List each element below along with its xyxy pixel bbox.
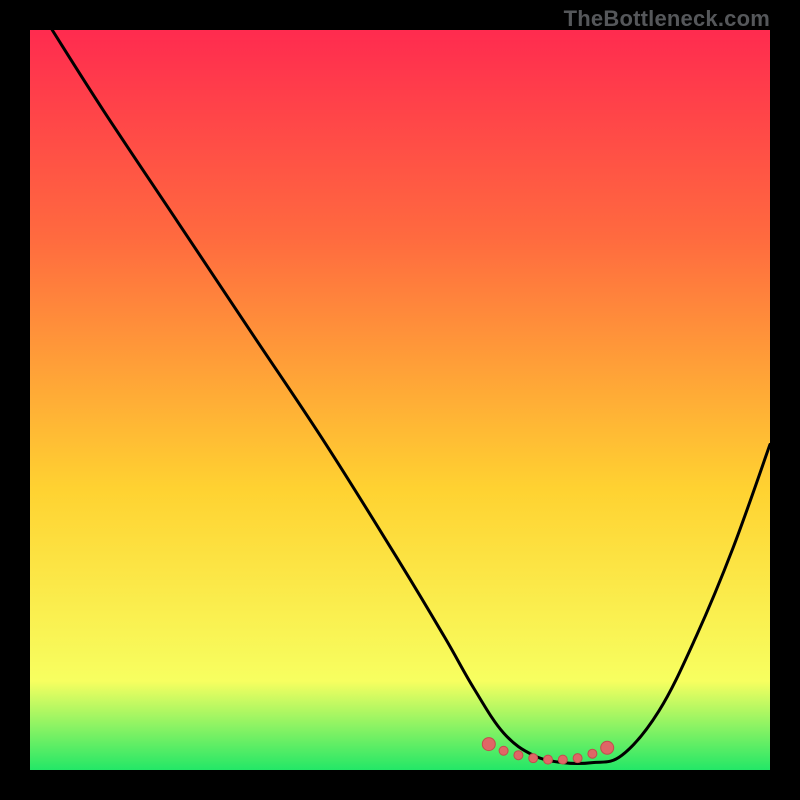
optimal-marker	[529, 754, 538, 763]
optimal-marker	[482, 738, 495, 751]
optimal-marker	[588, 749, 597, 758]
optimal-marker	[514, 751, 523, 760]
optimal-marker	[499, 746, 508, 755]
chart-svg	[30, 30, 770, 770]
optimal-marker	[601, 741, 614, 754]
optimal-marker	[544, 755, 553, 764]
optimal-marker	[573, 754, 582, 763]
bottleneck-curve	[52, 30, 770, 764]
chart-frame	[30, 30, 770, 770]
optimal-marker	[558, 755, 567, 764]
optimal-markers	[482, 738, 613, 765]
watermark-text: TheBottleneck.com	[564, 6, 770, 32]
